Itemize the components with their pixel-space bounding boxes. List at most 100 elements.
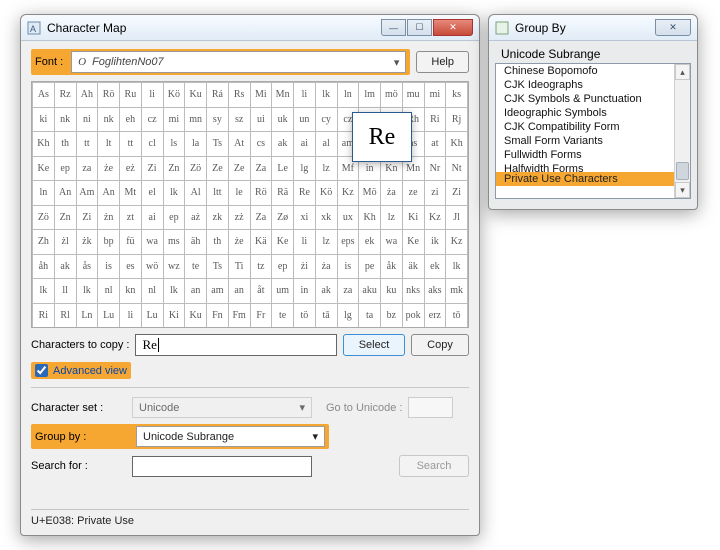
list-item[interactable]: Private Use Characters ▾	[496, 172, 690, 186]
copy-button[interactable]: Copy	[411, 334, 469, 356]
font-select[interactable]: OFoglihtenNo07 ▾	[71, 51, 406, 73]
char-cell[interactable]: an	[228, 279, 250, 304]
char-cell[interactable]: li	[120, 303, 142, 328]
char-cell[interactable]: Zn	[163, 156, 185, 181]
goto-unicode-input[interactable]	[408, 397, 453, 418]
char-cell[interactable]: Ku	[185, 83, 207, 108]
char-cell[interactable]: lk	[163, 279, 185, 304]
subrange-listbox[interactable]: Chinese BopomofoCJK IdeographsCJK Symbol…	[495, 63, 691, 199]
char-cell[interactable]: sz	[228, 107, 250, 132]
char-cell[interactable]: Kh	[359, 205, 381, 230]
char-cell[interactable]: cs	[250, 132, 272, 157]
char-cell[interactable]: th	[207, 230, 229, 255]
char-cell[interactable]: lt	[98, 132, 120, 157]
char-cell[interactable]: Rö	[98, 83, 120, 108]
char-cell[interactable]: Ah	[76, 83, 98, 108]
list-item[interactable]: CJK Symbols & Punctuation	[496, 92, 690, 106]
char-cell[interactable]: at	[424, 132, 446, 157]
char-cell[interactable]: is	[337, 254, 359, 279]
char-cell[interactable]: Zö	[185, 156, 207, 181]
char-cell[interactable]: pe	[359, 254, 381, 279]
char-cell[interactable]: wö	[141, 254, 163, 279]
char-cell[interactable]: nks	[402, 279, 424, 304]
select-button[interactable]: Select	[343, 334, 405, 356]
char-cell[interactable]: am	[207, 279, 229, 304]
char-cell[interactable]: al	[315, 132, 337, 157]
char-cell[interactable]: in	[294, 279, 316, 304]
char-cell[interactable]: lk	[163, 181, 185, 206]
char-cell[interactable]: Zö	[33, 205, 55, 230]
char-cell[interactable]: ll	[54, 279, 76, 304]
scroll-down-icon[interactable]: ▾	[675, 182, 690, 198]
char-cell[interactable]: At	[228, 132, 250, 157]
list-item[interactable]: CJK Ideographs	[496, 78, 690, 92]
char-cell[interactable]: lk	[33, 279, 55, 304]
char-cell[interactable]: Ke	[402, 230, 424, 255]
char-cell[interactable]: Al	[185, 181, 207, 206]
maximize-button[interactable]: ☐	[407, 19, 432, 36]
char-cell[interactable]: xk	[315, 205, 337, 230]
char-cell[interactable]: Ts	[207, 254, 229, 279]
char-cell[interactable]: An	[98, 181, 120, 206]
char-cell[interactable]: åt	[250, 279, 272, 304]
char-cell[interactable]: um	[272, 279, 294, 304]
char-cell[interactable]: żl	[54, 230, 76, 255]
char-cell[interactable]: ni	[76, 107, 98, 132]
char-cell[interactable]: åh	[33, 254, 55, 279]
char-cell[interactable]: lk	[446, 254, 468, 279]
char-cell[interactable]: żi	[294, 254, 316, 279]
char-cell[interactable]: As	[33, 83, 55, 108]
char-cell[interactable]: ze	[402, 181, 424, 206]
char-cell[interactable]: Nr	[424, 156, 446, 181]
char-cell[interactable]: lz	[381, 205, 403, 230]
char-cell[interactable]: lg	[294, 156, 316, 181]
char-cell[interactable]: Rä	[272, 181, 294, 206]
charset-select[interactable]: Unicode▾	[132, 397, 312, 418]
char-cell[interactable]: nk	[98, 107, 120, 132]
char-cell[interactable]: ta	[359, 303, 381, 328]
close-button[interactable]: ✕	[655, 19, 691, 36]
char-cell[interactable]: lm	[359, 83, 381, 108]
char-cell[interactable]: tā	[315, 303, 337, 328]
char-cell[interactable]: aks	[424, 279, 446, 304]
char-cell[interactable]: Ln	[76, 303, 98, 328]
char-cell[interactable]: mn	[185, 107, 207, 132]
char-cell[interactable]: eh	[120, 107, 142, 132]
char-cell[interactable]: Ki	[402, 205, 424, 230]
char-cell[interactable]: Re	[294, 181, 316, 206]
char-cell[interactable]: mi	[424, 83, 446, 108]
char-cell[interactable]: za	[337, 279, 359, 304]
char-cell[interactable]: Kö	[315, 181, 337, 206]
list-item[interactable]: Small Form Variants	[496, 134, 690, 148]
char-cell[interactable]: el	[141, 181, 163, 206]
char-cell[interactable]: cy	[315, 107, 337, 132]
char-cell[interactable]: An	[54, 181, 76, 206]
char-cell[interactable]: tö	[294, 303, 316, 328]
char-cell[interactable]: xi	[294, 205, 316, 230]
char-cell[interactable]: ek	[359, 230, 381, 255]
char-cell[interactable]: is	[98, 254, 120, 279]
char-cell[interactable]: że	[98, 156, 120, 181]
char-cell[interactable]: Zi	[76, 205, 98, 230]
char-cell[interactable]: mi	[163, 107, 185, 132]
char-cell[interactable]: nl	[141, 279, 163, 304]
char-cell[interactable]: ks	[446, 83, 468, 108]
char-cell[interactable]: tō	[446, 303, 468, 328]
list-item[interactable]: Chinese Bopomofo	[496, 64, 690, 78]
char-cell[interactable]: Ki	[163, 303, 185, 328]
char-cell[interactable]: Zø	[272, 205, 294, 230]
minimize-button[interactable]: —	[381, 19, 406, 36]
char-cell[interactable]: nl	[98, 279, 120, 304]
search-button[interactable]: Search	[399, 455, 469, 477]
char-cell[interactable]: nk	[54, 107, 76, 132]
char-cell[interactable]: Zi	[141, 156, 163, 181]
char-cell[interactable]: äk	[402, 254, 424, 279]
char-cell[interactable]: ai	[294, 132, 316, 157]
char-cell[interactable]: Rs	[228, 83, 250, 108]
help-button[interactable]: Help	[416, 51, 469, 73]
char-cell[interactable]: że	[228, 230, 250, 255]
char-cell[interactable]: wa	[141, 230, 163, 255]
char-cell[interactable]: Ru	[120, 83, 142, 108]
char-cell[interactable]: ek	[424, 254, 446, 279]
char-cell[interactable]: Le	[272, 156, 294, 181]
